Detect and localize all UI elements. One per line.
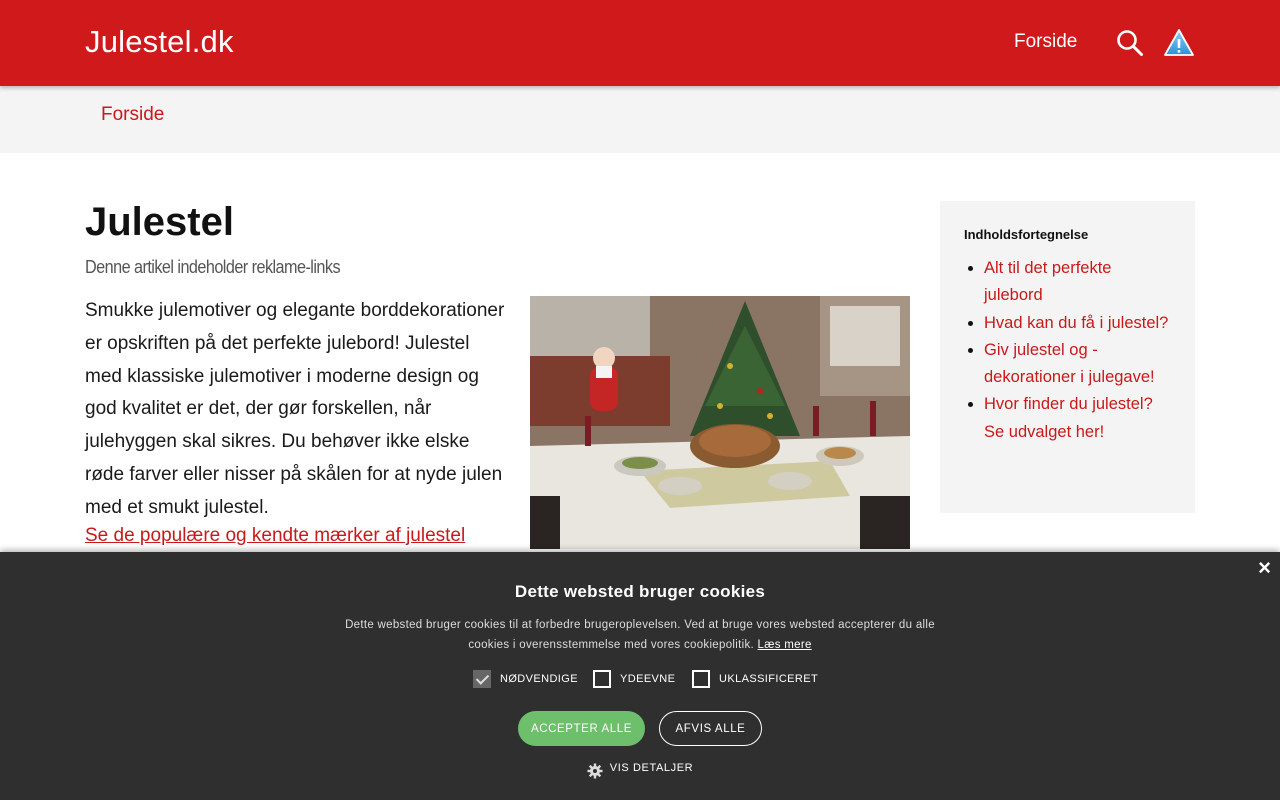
toc-item: Hvad kan du få i julestel?: [984, 310, 1171, 337]
site-header: Julestel.dk Forside: [0, 0, 1280, 86]
option-performance[interactable]: YDEEVNE: [593, 669, 675, 689]
necessary-checkbox[interactable]: [473, 670, 491, 688]
option-necessary[interactable]: NØDVENDIGE: [473, 669, 578, 689]
performance-checkbox[interactable]: [593, 670, 611, 688]
cookie-title: Dette websted bruger cookies: [514, 582, 766, 601]
search-icon[interactable]: [1116, 29, 1144, 57]
toc-item: Alt til det perfekte julebord: [984, 255, 1171, 310]
toc-item: Hvor finder du julestel? Se udvalget her…: [984, 391, 1171, 446]
toc-link[interactable]: Alt til det perfekte julebord: [984, 259, 1111, 304]
option-unclassified[interactable]: UKLASSIFICERET: [692, 669, 818, 689]
cookie-description: Dette websted bruger cookies til at forb…: [338, 615, 942, 655]
reject-all-button[interactable]: AFVIS ALLE: [659, 711, 762, 746]
toc-item: Giv julestel og -dekorationer i julegave…: [984, 337, 1171, 392]
read-more-link[interactable]: Læs mere: [758, 639, 812, 651]
brands-link[interactable]: Se de populære og kendte mærker af jules…: [85, 525, 465, 547]
breadcrumb-home-link[interactable]: Forside: [101, 104, 164, 126]
nav-home-link[interactable]: Forside: [1014, 31, 1077, 53]
cookie-text: Dette websted bruger cookies til at forb…: [345, 619, 935, 651]
table-of-contents: Indholdsfortegnelse Alt til det perfekte…: [940, 201, 1195, 513]
option-label: YDEEVNE: [620, 673, 676, 685]
christmas-table-image: [530, 296, 910, 549]
toc-list: Alt til det perfekte julebord Hvad kan d…: [964, 255, 1171, 446]
gear-icon: [587, 763, 603, 778]
toc-title: Indholdsfortegnelse: [964, 227, 1089, 242]
ad-disclaimer: Denne artikel indeholder reklame-links: [85, 257, 341, 277]
show-details-toggle[interactable]: VIS DETALJER: [0, 758, 1280, 778]
article-intro: Smukke julemotiver og elegante borddekor…: [85, 300, 505, 518]
toc-link[interactable]: Hvor finder du julestel? Se udvalget her…: [984, 395, 1153, 440]
accept-all-button[interactable]: ACCEPTER ALLE: [518, 711, 645, 746]
toc-link[interactable]: Hvad kan du få i julestel?: [984, 314, 1168, 332]
warning-icon[interactable]: [1163, 28, 1195, 58]
cookie-options: NØDVENDIGE YDEEVNE UKLASSIFICERET: [0, 669, 1280, 689]
site-logo[interactable]: Julestel.dk: [85, 24, 234, 60]
page-title: Julestel: [85, 200, 234, 244]
option-label: UKLASSIFICERET: [719, 673, 819, 685]
option-label: NØDVENDIGE: [500, 673, 578, 685]
cookie-banner: × Dette websted bruger cookies Dette web…: [0, 552, 1280, 800]
show-details-label: VIS DETALJER: [609, 762, 694, 774]
unclassified-checkbox[interactable]: [692, 670, 710, 688]
close-icon[interactable]: ×: [1258, 557, 1271, 579]
breadcrumb: Forside: [0, 86, 1280, 153]
toc-link[interactable]: Giv julestel og -dekorationer i julegave…: [984, 341, 1155, 386]
